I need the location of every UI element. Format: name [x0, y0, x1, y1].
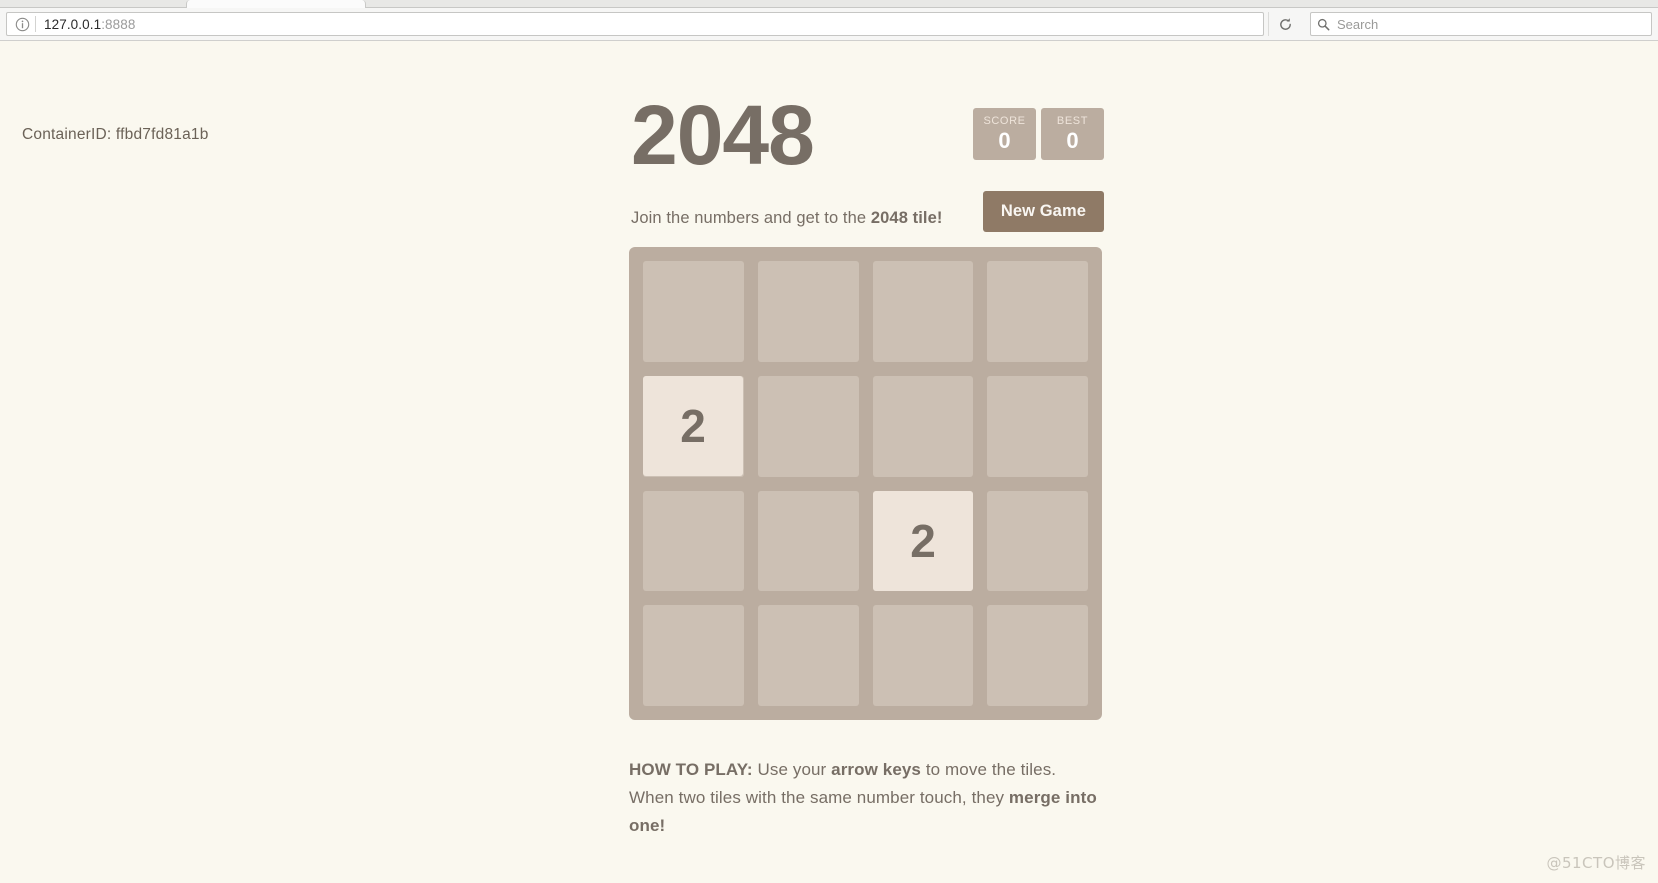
url-port: :8888 — [101, 16, 136, 32]
grid-cell — [872, 261, 974, 362]
grid-cell — [757, 605, 859, 706]
best-value: 0 — [1066, 128, 1079, 153]
grid-cell — [643, 375, 744, 477]
grid-cell — [872, 375, 974, 477]
info-icon[interactable] — [9, 13, 35, 35]
score-box: SCORE 0 — [973, 108, 1036, 160]
grid-cell — [757, 261, 859, 362]
browser-chrome: 127.0.0.1:8888 — [0, 0, 1658, 41]
best-box: BEST 0 — [1041, 108, 1104, 160]
how-to-play-part-1: Use your — [752, 760, 832, 779]
grid-cell — [987, 490, 1088, 592]
browser-navigation-bar: 127.0.0.1:8888 — [0, 8, 1658, 41]
grid-cell — [872, 605, 974, 706]
watermark: @51CTO博客 — [1546, 854, 1646, 872]
grid-cell — [987, 605, 1088, 706]
page-title: 2048 — [631, 88, 815, 182]
score-value: 0 — [998, 128, 1011, 153]
grid-cell — [643, 605, 744, 706]
best-label: BEST — [1056, 115, 1089, 127]
tab-strip — [0, 0, 1658, 8]
reload-icon[interactable] — [1273, 13, 1299, 35]
search-bar[interactable] — [1310, 12, 1652, 36]
how-to-play-text: HOW TO PLAY: Use your arrow keys to move… — [629, 756, 1099, 840]
container-id-label: ContainerID: ffbd7fd81a1b — [22, 126, 209, 143]
game-heading: 2048 SCORE 0 BEST 0 — [629, 71, 1104, 191]
game-grid[interactable]: 22 — [629, 247, 1102, 720]
above-game-bar: Join the numbers and get to the 2048 til… — [629, 191, 1104, 239]
game-container: 2048 SCORE 0 BEST 0 Join the numbers and… — [629, 71, 1104, 840]
address-bar-url: 127.0.0.1:8888 — [44, 17, 136, 32]
grid-background — [643, 261, 1088, 706]
grid-cell — [643, 490, 744, 592]
how-to-play-label: HOW TO PLAY: — [629, 760, 753, 779]
grid-cell — [643, 261, 744, 362]
address-bar-divider — [35, 16, 36, 32]
game-intro-prefix: Join the numbers and get to the — [631, 209, 871, 227]
grid-cell — [757, 490, 859, 592]
search-icon — [1317, 18, 1330, 31]
page-body: ContainerID: ffbd7fd81a1b 2048 SCORE 0 B… — [0, 41, 1658, 883]
grid-cell — [987, 375, 1088, 477]
scores-container: SCORE 0 BEST 0 — [973, 108, 1104, 160]
browser-tab[interactable] — [186, 0, 366, 8]
grid-cell — [872, 490, 974, 592]
score-label: SCORE — [983, 115, 1026, 127]
search-input[interactable] — [1337, 16, 1645, 32]
grid-cell — [757, 375, 859, 477]
game-intro-text: Join the numbers and get to the 2048 til… — [631, 209, 942, 228]
address-bar[interactable]: 127.0.0.1:8888 — [6, 12, 1264, 36]
new-game-button[interactable]: New Game — [982, 191, 1104, 232]
url-host: 127.0.0.1 — [44, 16, 102, 32]
grid-cell — [987, 261, 1088, 362]
game-intro-strong: 2048 tile! — [870, 209, 943, 227]
reload-button-wrapper — [1268, 12, 1302, 36]
arrow-keys-label: arrow keys — [831, 760, 921, 779]
